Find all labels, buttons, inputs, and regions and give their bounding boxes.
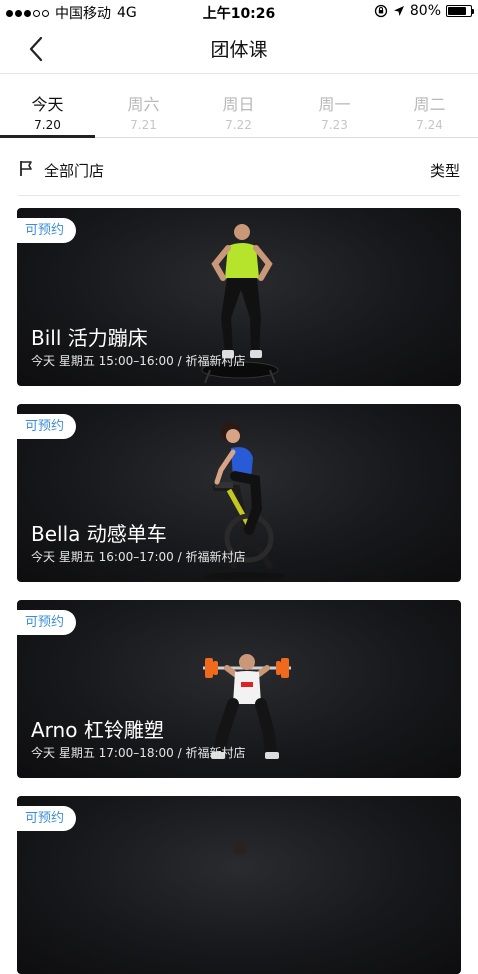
flag-icon [20, 161, 32, 176]
bookable-badge: 可预约 [17, 610, 77, 635]
tab-date: 7.21 [130, 118, 157, 132]
bookable-badge: 可预约 [17, 414, 77, 439]
battery-percent: 80% [409, 3, 441, 19]
course-meta: 今天 星期五 17:00–18:00 / 祈福新村店 [31, 746, 246, 760]
store-filter[interactable]: 全部门店 [44, 160, 104, 181]
page-title: 团体课 [210, 39, 268, 61]
tab-date: 7.23 [321, 118, 348, 132]
course-title: Bill 活力蹦床 [31, 326, 148, 350]
bookable-badge: 可预约 [17, 218, 77, 243]
course-meta: 今天 星期五 16:00–17:00 / 祈福新村店 [31, 550, 246, 564]
tab-label: 今天 [31, 95, 64, 114]
status-right: 80% [374, 3, 474, 19]
course-title: Arno 杠铃雕塑 [31, 718, 164, 742]
location-arrow-icon [393, 6, 404, 16]
course-title: Bella 动感单车 [31, 522, 167, 546]
navigation-bar: 团体课 [0, 24, 478, 74]
tab-date: 7.22 [225, 118, 252, 132]
course-meta: 今天 星期五 15:00–16:00 / 祈福新村店 [31, 354, 246, 368]
tab-tuesday[interactable]: 周二 7.24 [382, 91, 477, 132]
type-filter[interactable]: 类型 [430, 160, 460, 181]
class-card[interactable]: 可预约 [17, 796, 461, 974]
tab-sunday[interactable]: 周日 7.22 [191, 91, 286, 132]
bookable-badge: 可预约 [17, 806, 77, 831]
tab-label: 周二 [413, 95, 446, 114]
tab-saturday[interactable]: 周六 7.21 [96, 91, 191, 132]
tab-today[interactable]: 今天 7.20 [0, 91, 95, 132]
tab-date: 7.24 [416, 118, 443, 132]
tab-date: 7.20 [34, 118, 61, 132]
date-tabs: 今天 7.20 周六 7.21 周日 7.22 周一 7.23 周二 7.24 [0, 75, 478, 138]
status-bar: 中国移动 4G 上午10:26 80% [0, 0, 478, 24]
tab-label: 周日 [222, 95, 255, 114]
filter-bar: 全部门店 类型 [18, 146, 460, 196]
class-card[interactable]: 可预约 Arno 杠铃雕塑 今天 星期五 17:00–18:00 / 祈福新村店 [17, 600, 461, 778]
tab-monday[interactable]: 周一 7.23 [287, 91, 382, 132]
class-card[interactable]: 可预约 Bill 活力蹦床 今天 星期五 15:00–16:00 / 祈福新村店 [17, 208, 461, 386]
trainer-photo [233, 841, 247, 855]
active-tab-indicator [0, 135, 95, 138]
rotation-lock-icon [374, 4, 388, 18]
tab-label: 周六 [127, 95, 160, 114]
tab-label: 周一 [318, 95, 351, 114]
battery-icon [446, 5, 474, 17]
class-card[interactable]: 可预约 Bella 动感单车 今天 星期五 16:00–17:00 / 祈福新村… [17, 404, 461, 582]
